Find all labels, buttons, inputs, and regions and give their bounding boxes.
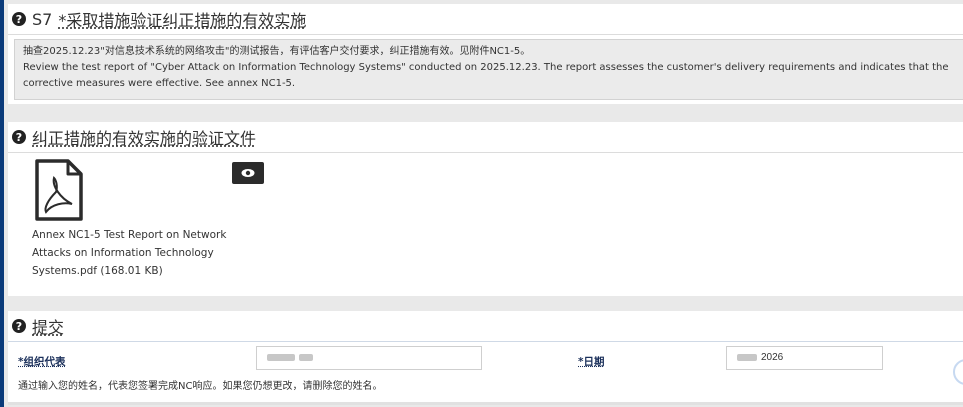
view-file-button[interactable]	[232, 162, 264, 184]
section-s7-panel: ? S7 *采取措施验证纠正措施的有效实施 抽查2025.12.23"对信息技术…	[8, 4, 963, 104]
file-name-link[interactable]: Annex NC1-5 Test Report on Network Attac…	[32, 226, 232, 280]
signature-help-text: 通过输入您的姓名，代表您签署完成NC响应。如果您仍想更改，请删除您的姓名。	[18, 381, 383, 392]
submit-panel: ? 提交 *组织代表 *日期 2026 通过输入您的姓名，代表您签署完成NC响应…	[8, 311, 963, 405]
section-s7-title[interactable]: *采取措施验证纠正措施的有效实施	[58, 7, 306, 31]
org-rep-field[interactable]	[256, 346, 482, 370]
date-field[interactable]: 2026	[726, 346, 883, 370]
org-rep-label: *组织代表	[18, 356, 66, 368]
section-s7-header: ? S7 *采取措施验证纠正措施的有效实施	[8, 4, 963, 35]
submit-title[interactable]: 提交	[32, 314, 64, 338]
notes-chinese: 抽查2025.12.23"对信息技术系统的网络攻击"的测试报告，有评估客户交付要…	[23, 46, 531, 57]
left-accent-bar	[0, 0, 4, 407]
evidence-panel: ? 纠正措施的有效实施的验证文件 Annex NC1-5 Test Report…	[8, 122, 963, 296]
pdf-file-icon[interactable]	[34, 158, 84, 222]
eye-icon	[241, 169, 255, 177]
submit-header: ? 提交	[8, 311, 963, 342]
redacted-text	[737, 353, 757, 361]
evidence-title[interactable]: 纠正措施的有效实施的验证文件	[32, 125, 256, 149]
scroll-widget[interactable]	[953, 359, 963, 385]
panel-divider	[8, 402, 963, 405]
redacted-text	[267, 353, 295, 361]
notes-english: Review the test report of "Cyber Attack …	[23, 62, 949, 89]
help-icon[interactable]: ?	[12, 319, 26, 333]
date-value: 2026	[761, 352, 784, 363]
evidence-header: ? 纠正措施的有效实施的验证文件	[8, 122, 963, 153]
help-icon[interactable]: ?	[12, 130, 26, 144]
section-step-label: S7	[32, 9, 53, 29]
redacted-text	[299, 353, 313, 361]
help-icon[interactable]: ?	[12, 12, 26, 26]
date-label: *日期	[578, 356, 605, 368]
verification-notes: 抽查2025.12.23"对信息技术系统的网络攻击"的测试报告，有评估客户交付要…	[14, 39, 963, 100]
